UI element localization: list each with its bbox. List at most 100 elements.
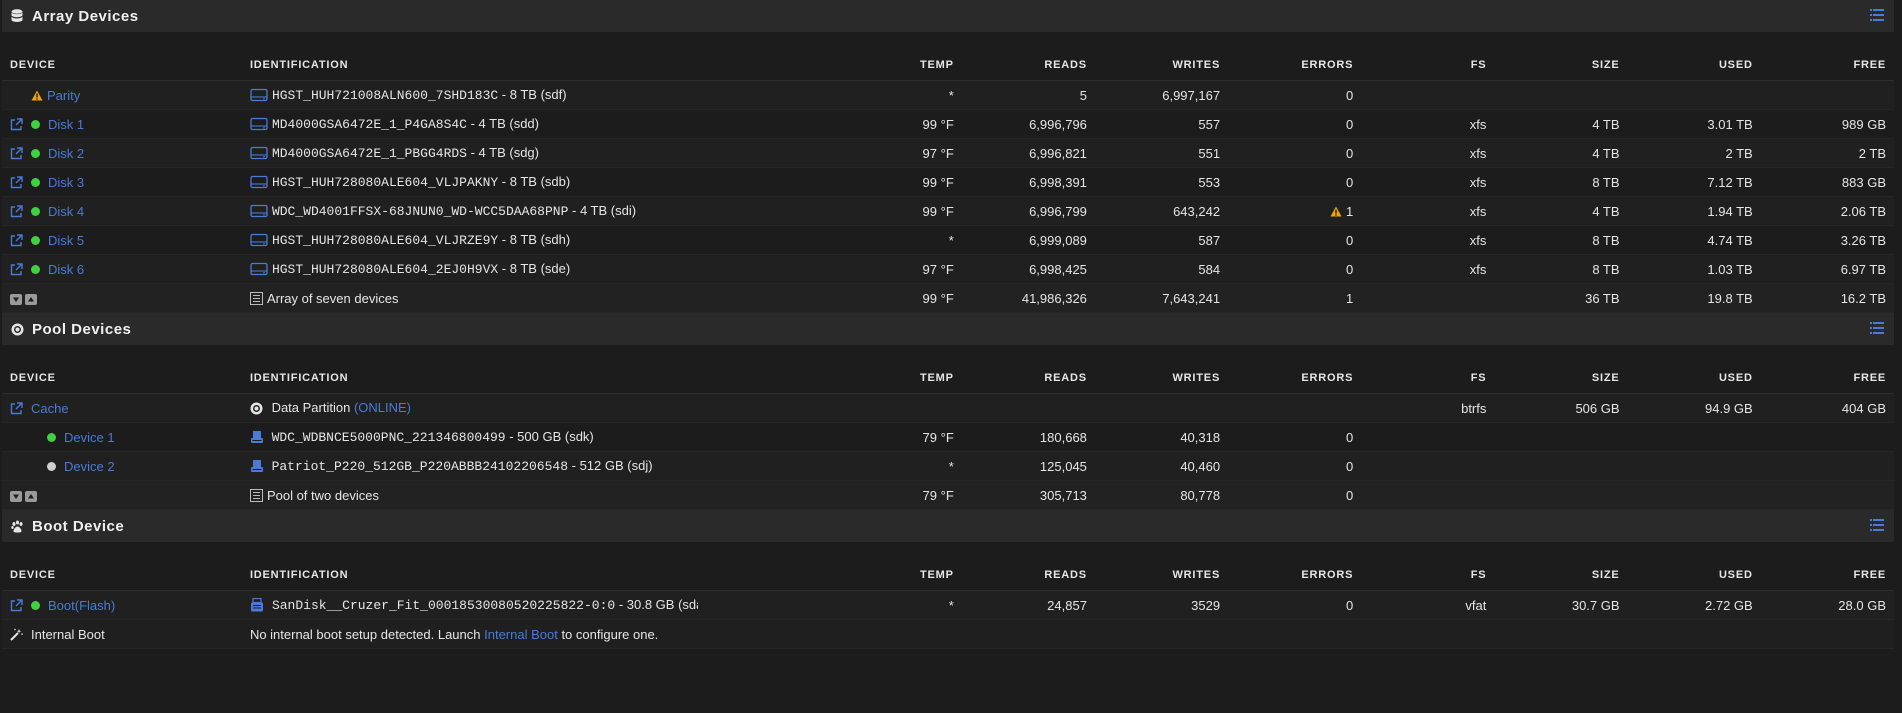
warning-icon xyxy=(1330,205,1342,216)
device-id: WDC_WD4001FFSX-68JNUN0_WD-WCC5DAA68PNP xyxy=(271,204,569,219)
device-link[interactable]: Disk 6 xyxy=(48,262,84,277)
internal-boot-label: Internal Boot xyxy=(31,626,105,642)
device-link[interactable]: Disk 4 xyxy=(48,204,84,219)
size-cell: 30.7 GB xyxy=(1494,590,1628,620)
used-cell: 2 TB xyxy=(1627,138,1761,168)
array-devices-table: DEVICE IDENTIFICATION TEMP READS WRITES … xyxy=(2,49,1894,313)
errors-cell: 1 xyxy=(1228,196,1362,226)
device-link[interactable]: Parity xyxy=(47,88,80,103)
reads-cell: 5 xyxy=(961,80,1095,110)
array-summary-label: Array of seven devices xyxy=(266,290,399,306)
database-icon xyxy=(10,9,24,23)
list-view-icon[interactable] xyxy=(1870,519,1886,533)
external-link-icon[interactable] xyxy=(10,204,23,218)
temp-cell: 99 °F xyxy=(697,167,962,197)
pool-cache-row: Cache Data Partition (ONLINE) btrfs 506 … xyxy=(2,393,1894,423)
device-link[interactable]: Device 1 xyxy=(64,430,115,445)
device-link[interactable]: Disk 5 xyxy=(48,233,84,248)
device-link[interactable]: Boot(Flash) xyxy=(48,598,115,613)
collapse-down-button[interactable] xyxy=(10,490,22,502)
col-writes: WRITES xyxy=(1094,362,1229,394)
array-device-row: Disk 6 HGST_HUH728080ALE604_2EJ0H9VX - 8… xyxy=(2,254,1894,284)
array-devices-header: Array Devices xyxy=(2,0,1894,32)
expand-up-button[interactable] xyxy=(25,293,37,305)
col-temp: TEMP xyxy=(697,362,962,394)
writes-cell: 6,997,167 xyxy=(1094,80,1229,110)
reads-cell: 180,668 xyxy=(961,422,1095,452)
fs-cell xyxy=(1361,283,1495,313)
temp-cell: * xyxy=(697,80,962,110)
external-link-icon[interactable] xyxy=(10,401,23,415)
partition-label: Data Partition xyxy=(271,400,351,415)
external-link-icon[interactable] xyxy=(10,262,23,276)
errors-cell: 0 xyxy=(1228,422,1362,452)
reads-cell: 6,996,796 xyxy=(961,109,1095,139)
external-link-icon[interactable] xyxy=(10,598,23,612)
device-id: HGST_HUH728080ALE604_2EJ0H9VX xyxy=(271,262,499,277)
online-status: (ONLINE) xyxy=(353,400,412,415)
size-cell xyxy=(1494,80,1628,110)
used-cell: 3.01 TB xyxy=(1627,109,1761,139)
errors-cell: 0 xyxy=(1228,138,1362,168)
used-cell: 94.9 GB xyxy=(1627,393,1761,423)
used-cell: 1.94 TB xyxy=(1627,196,1761,226)
list-view-icon[interactable] xyxy=(1870,9,1886,23)
magic-wand-icon xyxy=(10,628,23,641)
fs-cell: xfs xyxy=(1361,109,1495,139)
col-identification: IDENTIFICATION xyxy=(241,362,698,394)
writes-cell: 3529 xyxy=(1094,590,1229,620)
hard-drive-icon xyxy=(250,175,268,189)
hard-drive-icon xyxy=(250,262,268,276)
col-errors: ERRORS xyxy=(1228,362,1362,394)
col-errors: ERRORS xyxy=(1228,49,1362,81)
writes-cell: 40,318 xyxy=(1094,422,1229,452)
pool-icon xyxy=(10,322,24,336)
external-link-icon[interactable] xyxy=(10,146,23,160)
array-devices-section: Array Devices DEVICE IDENTIFICATION TEMP… xyxy=(2,0,1894,313)
device-link[interactable]: Disk 1 xyxy=(48,117,84,132)
array-device-row: Disk 3 HGST_HUH728080ALE604_VLJPAKNY - 8… xyxy=(2,167,1894,197)
device-link[interactable]: Device 2 xyxy=(64,459,115,474)
external-link-icon[interactable] xyxy=(10,117,23,131)
list-view-icon[interactable] xyxy=(1870,322,1886,336)
array-device-row: Disk 1 MD4000GSA6472E_1_P4GA8S4C - 4 TB … xyxy=(2,109,1894,139)
reads-cell: 6,996,821 xyxy=(961,138,1095,168)
temp-cell: 97 °F xyxy=(697,254,962,284)
external-link-icon[interactable] xyxy=(10,175,23,189)
temp-cell: 79 °F xyxy=(697,422,962,452)
internal-boot-row: Internal Boot No internal boot setup det… xyxy=(2,619,1894,649)
col-writes: WRITES xyxy=(1094,559,1229,591)
boot-device-section: Boot Device DEVICE IDENTIFICATION TEMP R… xyxy=(2,510,1894,649)
col-used: USED xyxy=(1627,49,1761,81)
errors-cell: 0 xyxy=(1228,254,1362,284)
status-dot-standby xyxy=(47,461,56,471)
writes-cell: 553 xyxy=(1094,167,1229,197)
writes-cell: 551 xyxy=(1094,138,1229,168)
device-id: HGST_HUH728080ALE604_VLJRZE9Y xyxy=(271,233,499,248)
free-cell: 989 GB xyxy=(1760,109,1894,139)
col-device: DEVICE xyxy=(2,559,242,591)
writes-cell: 584 xyxy=(1094,254,1229,284)
reads-cell: 305,713 xyxy=(961,480,1095,510)
free-cell: 16.2 TB xyxy=(1760,283,1894,313)
temp-cell: * xyxy=(697,225,962,255)
status-dot-ok xyxy=(31,177,40,187)
external-link-icon[interactable] xyxy=(10,233,23,247)
size-cell: 36 TB xyxy=(1494,283,1628,313)
device-link[interactable]: Disk 2 xyxy=(48,146,84,161)
status-dot-ok xyxy=(31,235,40,245)
col-temp: TEMP xyxy=(697,559,962,591)
reads-cell: 41,986,326 xyxy=(961,283,1095,313)
used-cell xyxy=(1627,80,1761,110)
free-cell: 404 GB xyxy=(1760,393,1894,423)
size-cell: 8 TB xyxy=(1494,254,1628,284)
writes-cell: 80,778 xyxy=(1094,480,1229,510)
pool-devices-section: Pool Devices DEVICE IDENTIFICATION TEMP … xyxy=(2,313,1894,510)
col-free: FREE xyxy=(1760,559,1894,591)
internal-boot-link[interactable]: Internal Boot xyxy=(484,627,558,642)
collapse-down-button[interactable] xyxy=(10,293,22,305)
hard-drive-icon xyxy=(250,204,268,218)
device-link[interactable]: Disk 3 xyxy=(48,175,84,190)
expand-up-button[interactable] xyxy=(25,490,37,502)
device-link[interactable]: Cache xyxy=(31,401,69,416)
